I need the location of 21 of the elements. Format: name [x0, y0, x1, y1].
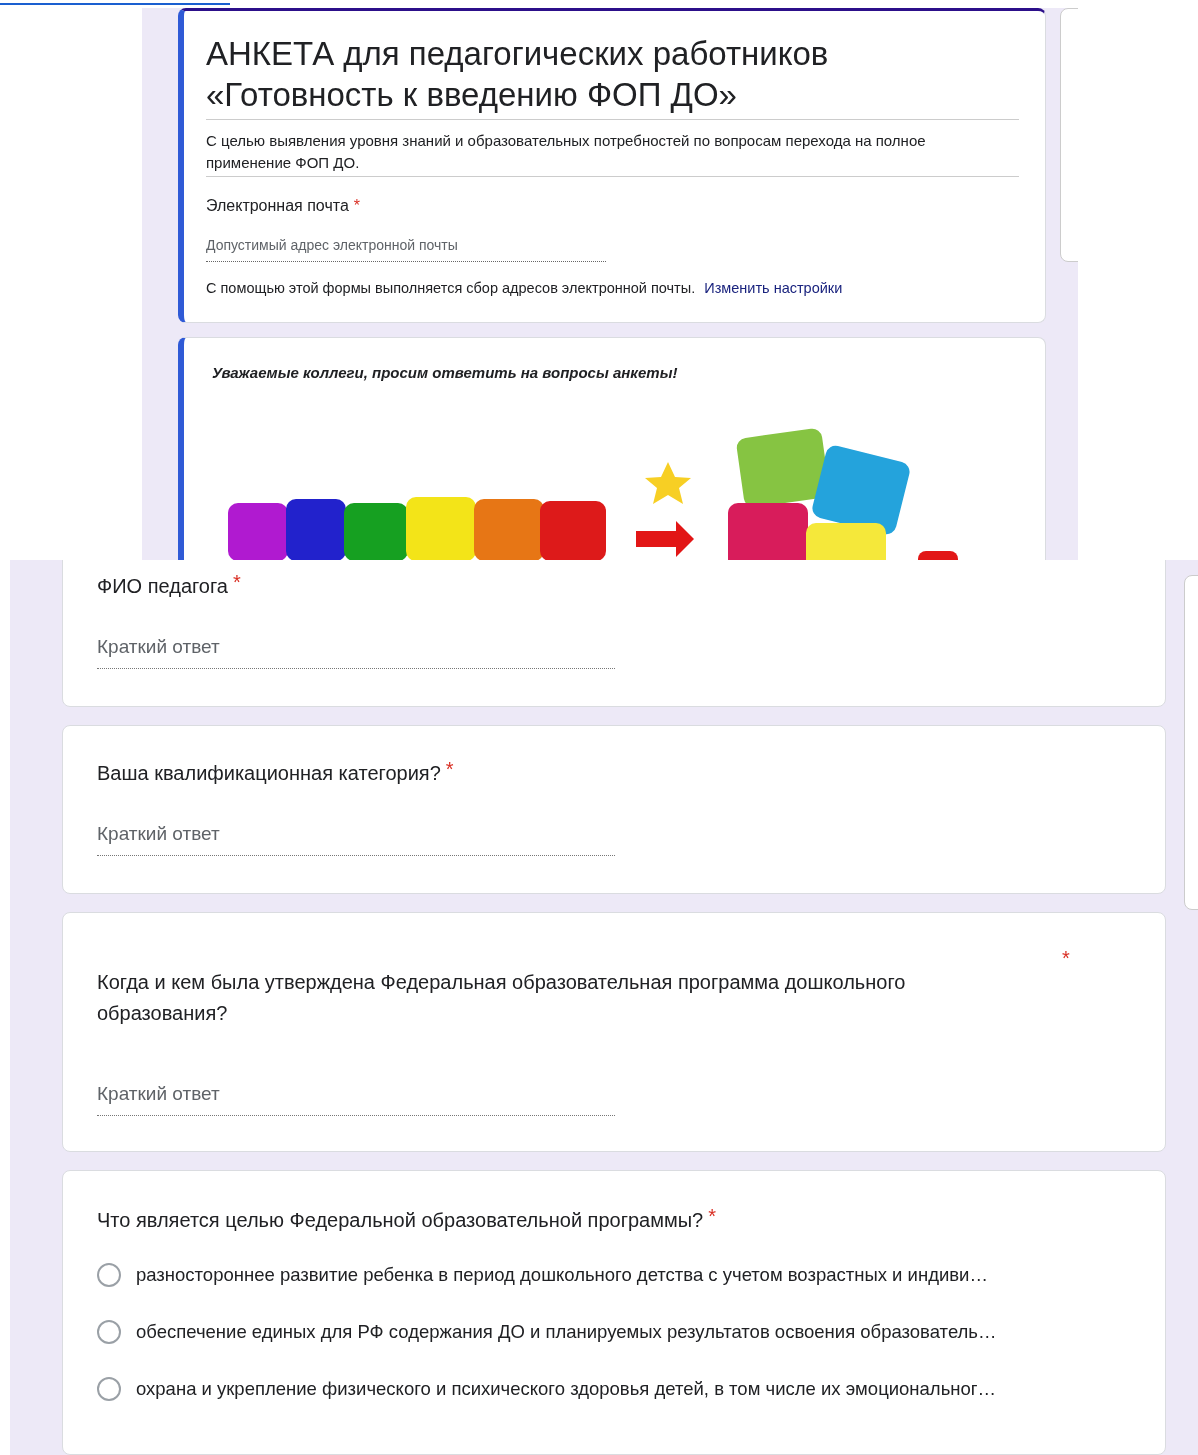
question-text: Когда и кем была утверждена Федеральная образовательная программа дошкольного образования? [97, 970, 907, 1027]
form-title: АНКЕТА для педагогических работников «Готовность к введению ФОП ДО» [206, 33, 1019, 120]
question-text: Ваша квалификационная категория? [97, 761, 441, 787]
radio-button[interactable] [97, 1262, 121, 1287]
question-text: Что является целью Федеральной образовательной программы? [97, 1207, 704, 1233]
required-asterisk: * [1062, 947, 1070, 971]
option-label: разностороннее развитие ребенка в период дошкольного детства с учетом возрастных и индиви… [136, 1263, 988, 1286]
required-asterisk: * [708, 1204, 717, 1228]
collect-note: С помощью этой формы выполняется сбор адресов электронной почты. [206, 280, 696, 296]
required-asterisk: * [232, 571, 241, 594]
settings-link[interactable]: Изменить настройки [704, 280, 843, 296]
question-text: ФИО педагога [97, 574, 228, 599]
required-asterisk: * [445, 758, 454, 782]
required-asterisk: * [353, 197, 360, 215]
radio-button[interactable] [97, 1376, 121, 1401]
option-label: охрана и укрепление физического и психического здоровья детей, в том числе их эмоциональног… [136, 1377, 997, 1400]
intro-text: Уважаемые коллеги, просим ответить на вопросы анкеты! [212, 364, 679, 381]
email-label: Электронная почта [206, 197, 349, 215]
radio-button[interactable] [97, 1319, 121, 1344]
form-description: С целью выявления уровня знаний и образовательных потребностей по вопросам перехода на полное применение ФОП ДО. [206, 120, 1019, 177]
option-label: обеспечение единых для РФ содержания ДО и планируемых результатов освоения образователь… [136, 1320, 997, 1343]
